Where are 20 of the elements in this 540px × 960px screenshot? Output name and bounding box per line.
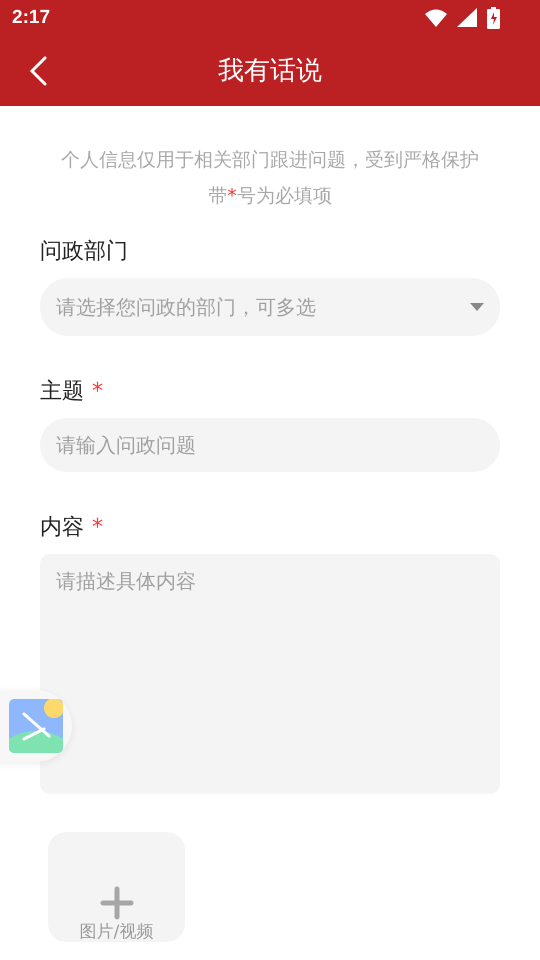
privacy-notice: 个人信息仅用于相关部门跟进问题，受到严格保护 [60, 148, 480, 173]
status-time: 2:17 [12, 6, 50, 28]
text-area[interactable]: 请描述具体内容 [40, 554, 500, 794]
field-label: 问政部门 [40, 238, 128, 266]
department-select[interactable]: 请选择您问政的部门，可多选 [40, 278, 500, 336]
required-mark: * [92, 514, 103, 540]
input-field[interactable]: 请输入问政问题 [40, 418, 500, 472]
image-icon [9, 699, 63, 753]
field-label: 内容 [40, 514, 84, 542]
page-title: 我有话说 [218, 55, 322, 88]
plus-icon [100, 886, 134, 920]
required-mark: * [92, 378, 103, 404]
dropdown-icon [470, 303, 484, 311]
wifi-icon [425, 8, 447, 26]
field-label: 主题 [40, 378, 84, 406]
back-icon[interactable] [28, 56, 48, 86]
required-note: 带*号为必填项 [207, 184, 333, 209]
upload-tile[interactable]: 图片/视频 [48, 832, 185, 942]
battery-icon [487, 6, 500, 28]
signal-icon [457, 8, 477, 27]
